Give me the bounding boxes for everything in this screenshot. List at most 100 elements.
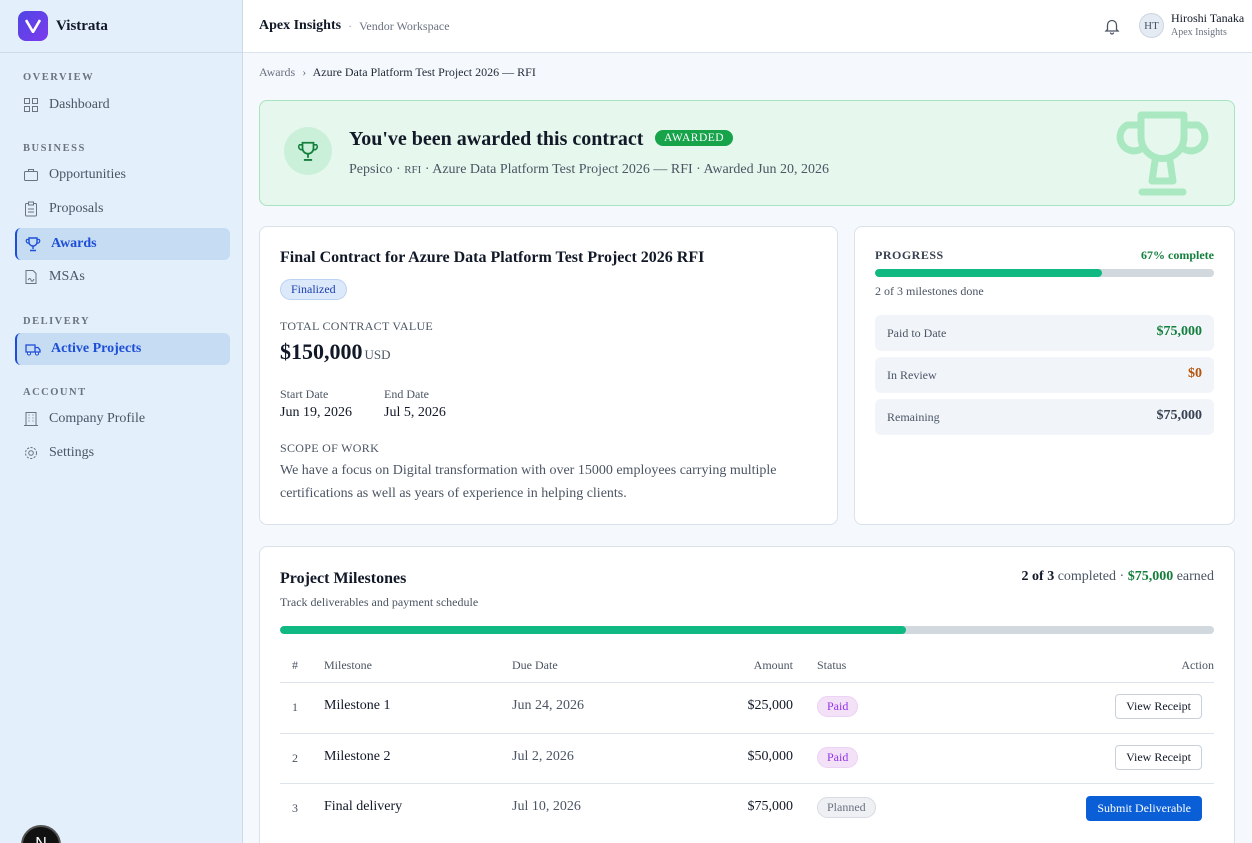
row-divider: [280, 783, 1214, 784]
scope-text: We have a focus on Digital transformatio…: [280, 463, 777, 501]
column-header-amount: Amount: [753, 658, 793, 672]
progress-bar: [875, 269, 1214, 277]
column-header-milestone: Milestone: [324, 658, 372, 672]
milestone-due-date: Jul 10, 2026: [512, 799, 581, 814]
row-number: 1: [292, 700, 298, 714]
clipboard-icon: [25, 201, 37, 217]
breadcrumb: Awards › Azure Data Platform Test Projec…: [259, 65, 536, 80]
milestones-subtitle: Track deliverables and payment schedule: [280, 595, 479, 609]
contract-title: Final Contract for Azure Data Platform T…: [280, 249, 705, 266]
gear-icon: [25, 447, 37, 459]
briefcase-icon: [24, 169, 38, 181]
row-number: 2: [292, 751, 298, 765]
view-receipt-button[interactable]: View Receipt: [1115, 694, 1202, 719]
award-type: RFI: [404, 164, 422, 176]
sidebar: Vistrata OVERVIEW Dashboard BUSINESS Opp…: [0, 0, 243, 843]
trophy-icon: [25, 237, 41, 252]
submit-deliverable-button[interactable]: Submit Deliverable: [1086, 796, 1202, 821]
avatar[interactable]: HT: [1139, 13, 1164, 38]
award-banner: You've been awarded this contract AWARDE…: [259, 100, 1235, 206]
brand-name: Vistrata: [56, 17, 108, 34]
column-header-status: Status: [817, 658, 847, 672]
contract-value-amount: $150,000: [280, 339, 363, 364]
milestones-earned-text: earned: [1173, 569, 1214, 584]
document-signature-icon: [25, 270, 37, 284]
end-date: Jul 5, 2026: [384, 405, 446, 420]
status-badge: Paid: [817, 747, 859, 768]
award-title: You've been awarded this contract: [349, 128, 644, 150]
milestone-name: Milestone 2: [324, 749, 391, 764]
scope-label: SCOPE OF WORK: [280, 441, 380, 455]
sidebar-item-awards[interactable]: Awards: [15, 228, 230, 260]
view-receipt-button[interactable]: View Receipt: [1115, 745, 1202, 770]
sidebar-item-msas[interactable]: MSAs: [15, 261, 230, 293]
award-subtitle: Pepsico · RFI · Azure Data Platform Test…: [349, 162, 829, 178]
stat-in-review: In Review $0: [875, 357, 1214, 393]
milestones-progress-fill: [280, 626, 906, 634]
stat-remaining: Remaining $75,000: [875, 399, 1214, 435]
stat-value: $0: [1188, 366, 1202, 381]
milestones-progress-bar: [280, 626, 1214, 634]
stat-label: Remaining: [887, 410, 940, 424]
grid-icon: [24, 98, 38, 112]
bell-icon[interactable]: [1103, 17, 1121, 35]
milestones-card: Project Milestones Track deliverables an…: [259, 546, 1235, 843]
user-org: Apex Insights: [1171, 27, 1227, 38]
milestone-amount: $50,000: [747, 749, 794, 764]
column-header-due-date: Due Date: [512, 658, 558, 672]
row-divider: [280, 682, 1214, 683]
milestones-count: 2 of 3: [1021, 569, 1055, 584]
brand[interactable]: Vistrata: [0, 0, 242, 53]
contract-currency: USD: [364, 347, 391, 362]
milestone-amount: $75,000: [747, 799, 794, 814]
nav-section-delivery: DELIVERY: [23, 316, 91, 327]
building-icon: [24, 412, 38, 426]
start-date: Jun 19, 2026: [280, 405, 352, 420]
sidebar-item-label: Opportunities: [49, 167, 126, 182]
sidebar-item-opportunities[interactable]: Opportunities: [15, 159, 230, 191]
sidebar-item-label: Awards: [51, 236, 97, 251]
sidebar-item-company-profile[interactable]: Company Profile: [15, 403, 230, 435]
nav-section-business: BUSINESS: [23, 143, 86, 154]
progress-bar-fill: [875, 269, 1103, 277]
sidebar-item-proposals[interactable]: Proposals: [15, 193, 230, 225]
org-name: Apex Insights: [259, 18, 342, 33]
contract-card: Final Contract for Azure Data Platform T…: [259, 226, 838, 525]
awarded-badge: AWARDED: [655, 130, 734, 146]
stat-value: $75,000: [1156, 324, 1203, 339]
milestone-name: Final delivery: [324, 799, 403, 814]
sidebar-item-label: Proposals: [49, 201, 104, 216]
stat-label: In Review: [887, 368, 937, 382]
award-detail: · Azure Data Platform Test Project 2026 …: [421, 162, 830, 177]
progress-note: 2 of 3 milestones done: [875, 284, 984, 298]
sidebar-item-dashboard[interactable]: Dashboard: [15, 89, 230, 121]
sidebar-item-active-projects[interactable]: Active Projects: [15, 333, 230, 365]
stat-paid-to-date: Paid to Date $75,000: [875, 315, 1214, 351]
nav-section-account: ACCOUNT: [23, 387, 87, 398]
user-name[interactable]: Hiroshi Tanaka: [1171, 11, 1244, 26]
breadcrumb-separator: ›: [302, 65, 307, 79]
status-badge: Paid: [817, 696, 859, 717]
sidebar-item-label: MSAs: [49, 269, 85, 284]
milestone-name: Milestone 1: [324, 698, 391, 713]
floating-action-button[interactable]: N: [21, 825, 61, 843]
milestones-summary: 2 of 3 completed · $75,000 earned: [1022, 569, 1214, 585]
milestones-completed-text: completed ·: [1054, 569, 1128, 584]
column-header-action: Action: [1181, 658, 1214, 672]
breadcrumb-awards-link[interactable]: Awards: [259, 65, 295, 79]
nav-section-overview: OVERVIEW: [23, 72, 95, 83]
trophy-icon: [284, 127, 332, 175]
stat-label: Paid to Date: [887, 326, 947, 340]
topbar-separator: ·: [348, 18, 353, 33]
sidebar-item-label: Active Projects: [51, 341, 142, 356]
end-date-label: End Date: [384, 387, 429, 401]
truck-icon: [25, 344, 41, 356]
brand-logo-icon: [18, 11, 48, 41]
sidebar-item-settings[interactable]: Settings: [15, 437, 230, 469]
contract-value-label: TOTAL CONTRACT VALUE: [280, 319, 434, 333]
contract-value: $150,000 USD: [280, 339, 391, 365]
sidebar-item-label: Dashboard: [49, 97, 110, 112]
column-header-num: #: [292, 658, 298, 672]
progress-label: PROGRESS: [875, 248, 944, 262]
breadcrumb-current: Azure Data Platform Test Project 2026 — …: [312, 65, 536, 79]
